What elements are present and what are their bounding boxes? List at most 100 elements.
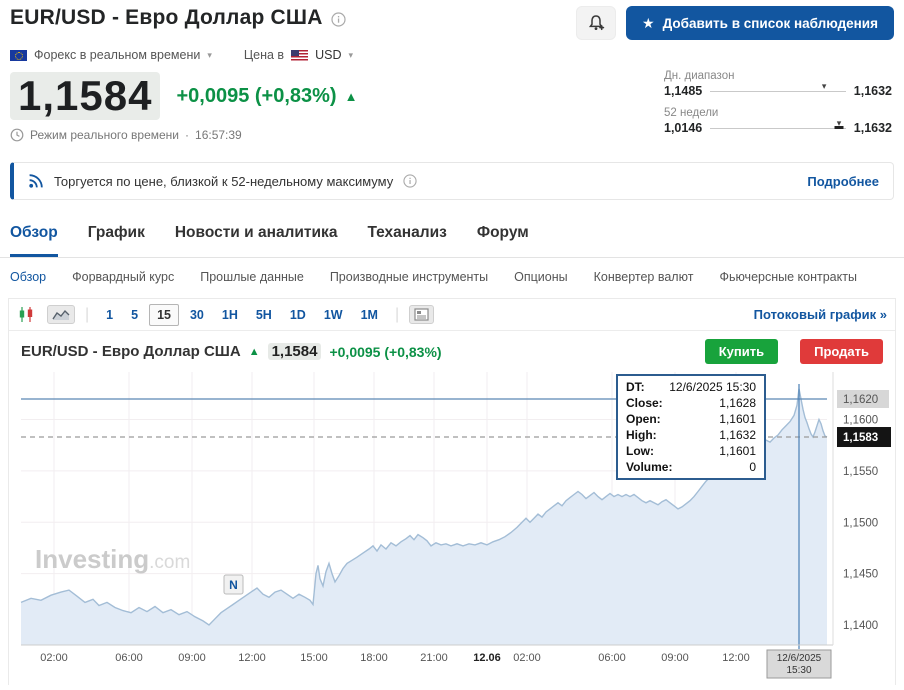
tab-chart[interactable]: График: [88, 224, 145, 257]
x-tick-label: 09:00: [661, 652, 689, 664]
crosshair-date: 12/6/2025: [777, 653, 822, 664]
tooltip-value: 1,1628: [719, 396, 756, 410]
weekly-range-slider: 1,0146 ▾ 1,1632: [664, 118, 892, 136]
x-tick-label: 02:00: [40, 652, 68, 664]
interval-30[interactable]: 30: [183, 305, 211, 325]
x-tick-label: 18:00: [360, 652, 388, 664]
y-tick-label: 1,1583: [843, 432, 878, 444]
tab-technical[interactable]: Теханализ: [367, 224, 446, 257]
subtab-forward-rates[interactable]: Форвардный курс: [72, 270, 174, 284]
watchlist-button-label: Добавить в список наблюдения: [662, 15, 878, 31]
subtab-currency-converter[interactable]: Конвертер валют: [594, 270, 694, 284]
chart-last-price: 1,1584: [267, 343, 322, 360]
x-tick-label: 06:00: [598, 652, 626, 664]
market-status-dropdown[interactable]: Форекс в реальном времени: [34, 48, 200, 62]
page-title: EUR/USD - Евро Доллар США: [10, 6, 323, 29]
y-tick-label: 1,1620: [843, 394, 878, 406]
sell-button[interactable]: Продать: [800, 339, 883, 364]
x-tick-label: 21:00: [420, 652, 448, 664]
price-in-label: Цена в: [243, 48, 285, 62]
title-info-icon[interactable]: [330, 11, 346, 27]
news-marker-label: N: [229, 578, 238, 592]
tooltip-label: High:: [626, 428, 657, 442]
star-icon: ★: [642, 15, 655, 31]
daily-low: 1,1485: [664, 84, 703, 98]
interval-1d[interactable]: 1D: [283, 305, 313, 325]
tooltip-value: 12/6/2025 15:30: [669, 380, 756, 394]
y-tick-label: 1,1400: [843, 620, 878, 632]
interval-1m[interactable]: 1M: [354, 305, 385, 325]
instrument-meta-row: Форекс в реальном времени ▾ Цена в USD ▾: [0, 40, 904, 62]
interval-buttons: 1 5 15 30 1H 5H 1D 1W 1M: [99, 303, 385, 326]
eurusd-overview-page: EUR/USD - Евро Доллар США ★ Добавить в с…: [0, 0, 904, 685]
interval-1h[interactable]: 1H: [215, 305, 245, 325]
tab-overview[interactable]: Обзор: [10, 224, 58, 257]
signal-rss-icon: [29, 174, 43, 188]
buy-button[interactable]: Купить: [704, 339, 779, 364]
x-tick-label: 09:00: [178, 652, 206, 664]
us-flag-icon: [291, 49, 309, 61]
subtab-futures[interactable]: Фьючерсные контракты: [719, 270, 857, 284]
tooltip-value: 0: [749, 460, 756, 474]
quote-section: 1,1584 +0,0095 (+0,83%) ▲ Режим реальног…: [0, 62, 904, 148]
sub-tabs: Обзор Форвардный курс Прошлые данные Про…: [0, 258, 904, 284]
candlestick-chart-icon[interactable]: [17, 306, 37, 323]
streaming-chart-link[interactable]: Потоковый график »: [754, 307, 887, 322]
x-tick-label: 02:00: [513, 652, 541, 664]
interval-15[interactable]: 15: [149, 303, 179, 326]
quote-time: 16:57:39: [195, 128, 242, 143]
tooltip-value: 1,1601: [719, 444, 756, 458]
subtab-options[interactable]: Опционы: [514, 270, 567, 284]
tooltip-value: 1,1632: [719, 428, 756, 442]
price-change: +0,0095 (+0,83%) ▲: [176, 84, 358, 107]
tab-forum[interactable]: Форум: [477, 224, 529, 257]
currency-dropdown[interactable]: USD: [315, 48, 341, 62]
chevron-down-icon: ▾: [207, 49, 212, 60]
weekly-range-dash-icon: [834, 125, 844, 129]
subtab-historical-data[interactable]: Прошлые данные: [200, 270, 304, 284]
y-tick-label: 1,1550: [843, 466, 878, 478]
chart-toolbar: | 1 5 15 30 1H 5H 1D 1W 1M | Потоковый г…: [9, 299, 895, 331]
weekly-range-label: 52 недели: [664, 107, 719, 119]
chart-section: | 1 5 15 30 1H 5H 1D 1W 1M | Потоковый г…: [8, 298, 896, 685]
watermark-suffix: .com: [149, 552, 190, 573]
interval-5[interactable]: 5: [124, 305, 145, 325]
chart-price-change: +0,0095 (+0,83%): [329, 343, 442, 360]
x-tick-label: 12:00: [722, 652, 750, 664]
interval-1w[interactable]: 1W: [317, 305, 350, 325]
toolbar-divider: |: [85, 305, 90, 323]
toolbar-divider: |: [394, 305, 400, 323]
alert-bell-button[interactable]: [576, 6, 617, 40]
daily-range-label: Дн. диапазон: [664, 70, 735, 82]
interval-1[interactable]: 1: [99, 305, 120, 325]
up-triangle-icon: ▲: [344, 88, 358, 104]
last-price: 1,1584: [10, 72, 161, 121]
up-arrow-icon: ▲: [248, 345, 260, 358]
tooltip-label: DT:: [626, 380, 645, 394]
chart-tooltip: DT: 12/6/2025 15:30 Close: 1,1628 Open: 1,1…: [616, 374, 766, 480]
tooltip-label: Volume:: [626, 460, 673, 474]
y-tick-label: 1,1450: [843, 569, 878, 581]
subtab-overview[interactable]: Обзор: [10, 270, 46, 284]
chart-area[interactable]: Investing.com N 1,1620 1,1600 1,1583 1,1550 1,…: [9, 372, 895, 685]
weekly-low: 1,0146: [664, 121, 703, 135]
news-events-icon[interactable]: [409, 305, 435, 324]
area-chart-icon[interactable]: [47, 305, 75, 324]
add-to-watchlist-button[interactable]: ★ Добавить в список наблюдения: [626, 6, 894, 40]
eu-flag-icon: [10, 49, 27, 61]
x-tick-label: 15:00: [300, 652, 328, 664]
price-alert-banner: Торгуется по цене, близкой к 52-недельно…: [10, 162, 894, 200]
tab-news-analytics[interactable]: Новости и аналитика: [175, 224, 338, 257]
x-tick-label: 06:00: [115, 652, 143, 664]
alert-details-link[interactable]: Подробнее: [807, 174, 879, 189]
realtime-label: Режим реального времени: [30, 128, 180, 143]
tooltip-label: Low:: [626, 444, 654, 458]
interval-5h[interactable]: 5H: [249, 305, 279, 325]
chart-instrument-name: EUR/USD - Евро Доллар США: [21, 343, 241, 360]
bell-plus-icon: [588, 15, 605, 31]
page-header: EUR/USD - Евро Доллар США ★ Добавить в с…: [0, 0, 904, 40]
subtab-derivatives[interactable]: Производные инструменты: [330, 270, 488, 284]
alert-info-icon[interactable]: [403, 174, 417, 188]
weekly-high: 1,1632: [853, 121, 892, 135]
daily-range-marker-icon: ▾: [821, 80, 827, 91]
